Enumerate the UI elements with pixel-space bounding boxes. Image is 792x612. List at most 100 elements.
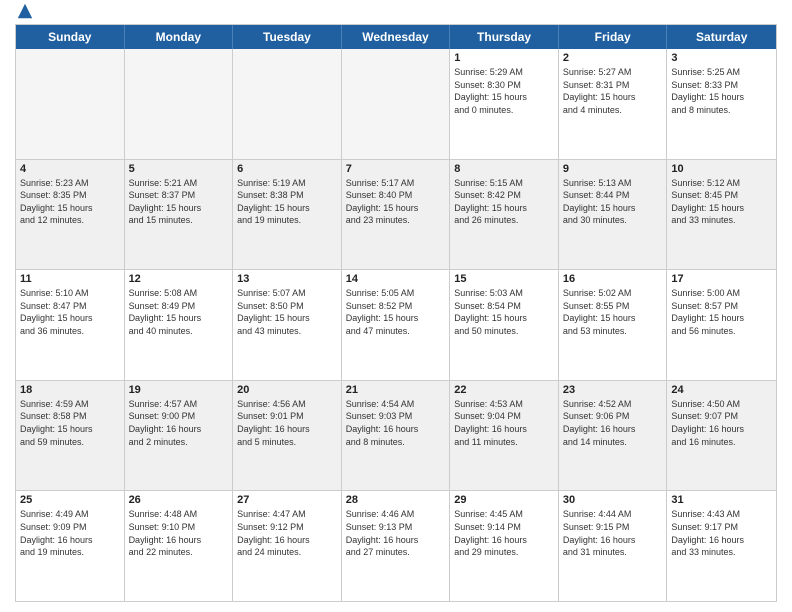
day-info: Sunrise: 4:50 AM Sunset: 9:07 PM Dayligh…: [671, 398, 772, 448]
day-number: 25: [20, 494, 120, 506]
calendar-row: 4 Sunrise: 5:23 AM Sunset: 8:35 PM Daylig…: [16, 160, 776, 271]
logo: [15, 10, 34, 20]
day-number: 8: [454, 163, 554, 175]
day-number: 10: [671, 163, 772, 175]
day-info: Sunrise: 5:08 AM Sunset: 8:49 PM Dayligh…: [129, 287, 229, 337]
calendar-cell: 23 Sunrise: 4:52 AM Sunset: 9:06 PM Dayli…: [559, 381, 668, 491]
calendar-cell: 26Sunrise: 4:48 AM Sunset: 9:10 PM Dayli…: [125, 491, 234, 601]
calendar-cell: 3Sunrise: 5:25 AM Sunset: 8:33 PM Daylig…: [667, 49, 776, 159]
day-info: Sunrise: 5:15 AM Sunset: 8:42 PM Dayligh…: [454, 177, 554, 227]
day-number: 5: [129, 163, 229, 175]
calendar-cell: 29 Sunrise: 4:45 AM Sunset: 9:14 PM Dayli…: [450, 491, 559, 601]
day-number: 18: [20, 384, 120, 396]
calendar-cell: 6Sunrise: 5:19 AM Sunset: 8:38 PM Daylig…: [233, 160, 342, 270]
day-info: Sunrise: 5:17 AM Sunset: 8:40 PM Dayligh…: [346, 177, 446, 227]
calendar-cell: 9Sunrise: 5:13 AM Sunset: 8:44 PM Daylig…: [559, 160, 668, 270]
calendar-cell: 10 Sunrise: 5:12 AM Sunset: 8:45 PM Dayli…: [667, 160, 776, 270]
day-info: Sunrise: 4:56 AM Sunset: 9:01 PM Dayligh…: [237, 398, 337, 448]
calendar-cell: 5Sunrise: 5:21 AM Sunset: 8:37 PM Daylig…: [125, 160, 234, 270]
calendar-cell: 21 Sunrise: 4:54 AM Sunset: 9:03 PM Dayli…: [342, 381, 451, 491]
calendar-cell: 22 Sunrise: 4:53 AM Sunset: 9:04 PM Dayli…: [450, 381, 559, 491]
calendar-header-cell: Friday: [559, 25, 668, 49]
day-info: Sunrise: 5:13 AM Sunset: 8:44 PM Dayligh…: [563, 177, 663, 227]
calendar-cell: 20Sunrise: 4:56 AM Sunset: 9:01 PM Dayli…: [233, 381, 342, 491]
calendar-cell: 18 Sunrise: 4:59 AM Sunset: 8:58 PM Dayli…: [16, 381, 125, 491]
calendar-header-cell: Sunday: [16, 25, 125, 49]
day-number: 11: [20, 273, 120, 285]
day-info: Sunrise: 4:57 AM Sunset: 9:00 PM Dayligh…: [129, 398, 229, 448]
calendar-cell: 19 Sunrise: 4:57 AM Sunset: 9:00 PM Dayli…: [125, 381, 234, 491]
day-info: Sunrise: 4:53 AM Sunset: 9:04 PM Dayligh…: [454, 398, 554, 448]
day-number: 23: [563, 384, 663, 396]
day-number: 24: [671, 384, 772, 396]
day-info: Sunrise: 4:59 AM Sunset: 8:58 PM Dayligh…: [20, 398, 120, 448]
calendar-row: 25 Sunrise: 4:49 AM Sunset: 9:09 PM Dayli…: [16, 491, 776, 601]
day-number: 2: [563, 52, 663, 64]
day-info: Sunrise: 5:23 AM Sunset: 8:35 PM Dayligh…: [20, 177, 120, 227]
calendar-header-cell: Tuesday: [233, 25, 342, 49]
calendar-cell: [342, 49, 451, 159]
calendar-cell: 31Sunrise: 4:43 AM Sunset: 9:17 PM Dayli…: [667, 491, 776, 601]
calendar-cell: 8 Sunrise: 5:15 AM Sunset: 8:42 PM Daylig…: [450, 160, 559, 270]
day-info: Sunrise: 4:48 AM Sunset: 9:10 PM Dayligh…: [129, 508, 229, 558]
day-info: Sunrise: 5:03 AM Sunset: 8:54 PM Dayligh…: [454, 287, 554, 337]
day-info: Sunrise: 5:29 AM Sunset: 8:30 PM Dayligh…: [454, 66, 554, 116]
day-info: Sunrise: 4:44 AM Sunset: 9:15 PM Dayligh…: [563, 508, 663, 558]
day-number: 22: [454, 384, 554, 396]
day-number: 7: [346, 163, 446, 175]
calendar-header-cell: Wednesday: [342, 25, 451, 49]
day-number: 30: [563, 494, 663, 506]
day-info: Sunrise: 5:25 AM Sunset: 8:33 PM Dayligh…: [671, 66, 772, 116]
day-info: Sunrise: 4:52 AM Sunset: 9:06 PM Dayligh…: [563, 398, 663, 448]
calendar-cell: 7 Sunrise: 5:17 AM Sunset: 8:40 PM Daylig…: [342, 160, 451, 270]
calendar-header-cell: Saturday: [667, 25, 776, 49]
calendar-row: 18 Sunrise: 4:59 AM Sunset: 8:58 PM Dayli…: [16, 381, 776, 492]
calendar-row: 1Sunrise: 5:29 AM Sunset: 8:30 PM Daylig…: [16, 49, 776, 160]
day-info: Sunrise: 5:07 AM Sunset: 8:50 PM Dayligh…: [237, 287, 337, 337]
logo-icon: [16, 2, 34, 20]
calendar-cell: 2 Sunrise: 5:27 AM Sunset: 8:31 PM Daylig…: [559, 49, 668, 159]
calendar-cell: 16 Sunrise: 5:02 AM Sunset: 8:55 PM Dayli…: [559, 270, 668, 380]
day-info: Sunrise: 4:46 AM Sunset: 9:13 PM Dayligh…: [346, 508, 446, 558]
header: [15, 10, 777, 20]
day-number: 12: [129, 273, 229, 285]
calendar-cell: [16, 49, 125, 159]
calendar-cell: 1Sunrise: 5:29 AM Sunset: 8:30 PM Daylig…: [450, 49, 559, 159]
calendar: SundayMondayTuesdayWednesdayThursdayFrid…: [15, 24, 777, 602]
calendar-cell: [233, 49, 342, 159]
calendar-cell: 13 Sunrise: 5:07 AM Sunset: 8:50 PM Dayli…: [233, 270, 342, 380]
calendar-cell: 25 Sunrise: 4:49 AM Sunset: 9:09 PM Dayli…: [16, 491, 125, 601]
day-info: Sunrise: 4:45 AM Sunset: 9:14 PM Dayligh…: [454, 508, 554, 558]
day-number: 19: [129, 384, 229, 396]
calendar-cell: [125, 49, 234, 159]
calendar-cell: 12 Sunrise: 5:08 AM Sunset: 8:49 PM Dayli…: [125, 270, 234, 380]
calendar-cell: 15 Sunrise: 5:03 AM Sunset: 8:54 PM Dayli…: [450, 270, 559, 380]
calendar-cell: 11 Sunrise: 5:10 AM Sunset: 8:47 PM Dayli…: [16, 270, 125, 380]
calendar-cell: 30 Sunrise: 4:44 AM Sunset: 9:15 PM Dayli…: [559, 491, 668, 601]
day-info: Sunrise: 5:10 AM Sunset: 8:47 PM Dayligh…: [20, 287, 120, 337]
day-number: 15: [454, 273, 554, 285]
day-info: Sunrise: 4:47 AM Sunset: 9:12 PM Dayligh…: [237, 508, 337, 558]
day-number: 14: [346, 273, 446, 285]
calendar-header-cell: Thursday: [450, 25, 559, 49]
day-number: 16: [563, 273, 663, 285]
calendar-header-cell: Monday: [125, 25, 234, 49]
calendar-cell: 28Sunrise: 4:46 AM Sunset: 9:13 PM Dayli…: [342, 491, 451, 601]
day-number: 6: [237, 163, 337, 175]
day-number: 13: [237, 273, 337, 285]
calendar-header-row: SundayMondayTuesdayWednesdayThursdayFrid…: [16, 25, 776, 49]
day-info: Sunrise: 5:12 AM Sunset: 8:45 PM Dayligh…: [671, 177, 772, 227]
day-number: 29: [454, 494, 554, 506]
day-info: Sunrise: 5:02 AM Sunset: 8:55 PM Dayligh…: [563, 287, 663, 337]
day-info: Sunrise: 5:27 AM Sunset: 8:31 PM Dayligh…: [563, 66, 663, 116]
calendar-cell: 24 Sunrise: 4:50 AM Sunset: 9:07 PM Dayli…: [667, 381, 776, 491]
day-number: 21: [346, 384, 446, 396]
calendar-cell: 27 Sunrise: 4:47 AM Sunset: 9:12 PM Dayli…: [233, 491, 342, 601]
day-number: 4: [20, 163, 120, 175]
day-info: Sunrise: 4:43 AM Sunset: 9:17 PM Dayligh…: [671, 508, 772, 558]
day-number: 27: [237, 494, 337, 506]
day-info: Sunrise: 4:49 AM Sunset: 9:09 PM Dayligh…: [20, 508, 120, 558]
calendar-cell: 14Sunrise: 5:05 AM Sunset: 8:52 PM Dayli…: [342, 270, 451, 380]
day-info: Sunrise: 5:00 AM Sunset: 8:57 PM Dayligh…: [671, 287, 772, 337]
day-info: Sunrise: 4:54 AM Sunset: 9:03 PM Dayligh…: [346, 398, 446, 448]
